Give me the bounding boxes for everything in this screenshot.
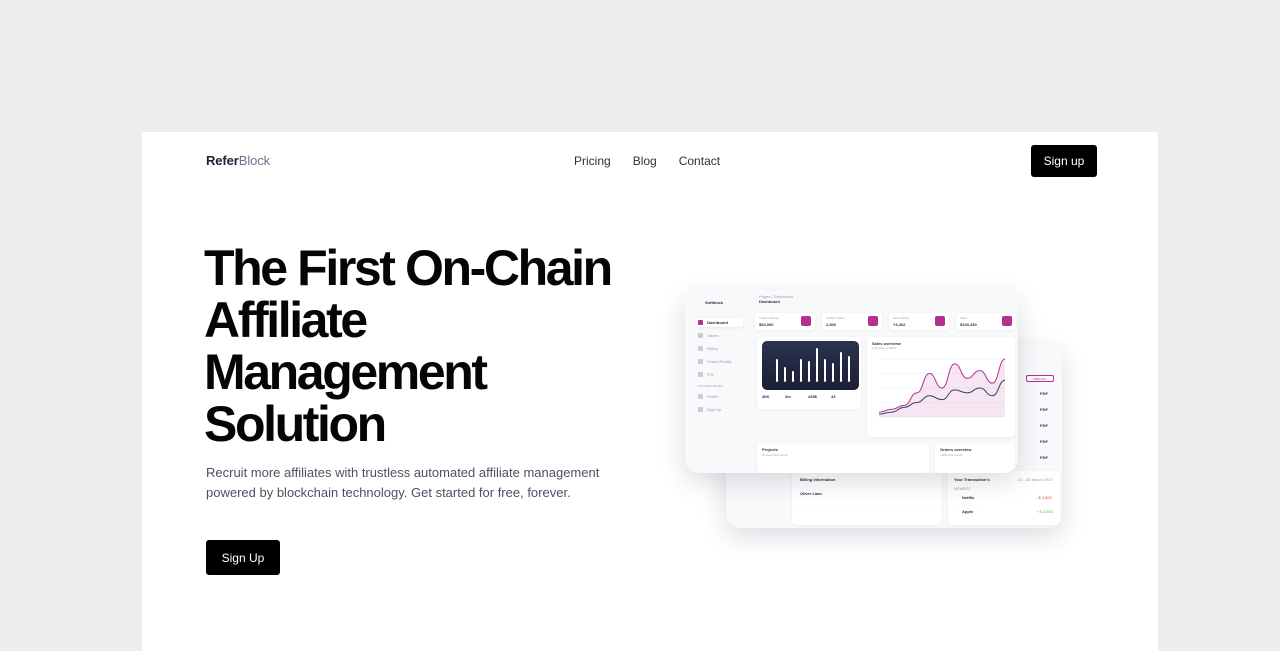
mock-bar <box>784 367 786 382</box>
brand-logo[interactable]: ReferBlock <box>206 153 270 168</box>
mock-sidebar-item: Virtual Reality <box>695 357 743 366</box>
mock-bar-stat: 43 <box>831 394 836 399</box>
mock-stat-card: Today's Users 2,300 <box>822 313 882 330</box>
mock-invoice-pdf: PDF <box>1040 439 1048 444</box>
mock-stat-icon <box>801 316 811 326</box>
mock-page-title: Dashboard <box>759 299 780 304</box>
mock-sidebar-item: Tables <box>695 331 743 340</box>
mock-stat-card: Sales $103,430 <box>956 313 1016 330</box>
mock-invoice-pdf: PDF <box>1040 407 1048 412</box>
mock-transactions-panel: Your Transaction's 23 - 30 March 2020 NE… <box>948 471 1060 525</box>
mockup-front-card: Softblock Pages / Dashboard Dashboard Da… <box>685 290 1018 473</box>
mock-stat-icon <box>935 316 945 326</box>
mock-transactions-newest: NEWEST <box>954 486 972 491</box>
mock-stat-card: Today's Money $53,000 <box>755 313 815 330</box>
mock-transactions-title: Your Transaction's <box>954 477 990 482</box>
mock-sidebar-item: RTL <box>695 370 743 379</box>
mock-sidebar-item: Dashboard <box>695 318 743 327</box>
mock-bar-stat: 36K <box>762 394 770 399</box>
mock-bar <box>840 352 842 382</box>
mock-sidebar-section: ACCOUNT PAGES <box>697 384 723 388</box>
mock-bar <box>824 359 826 382</box>
nav-link-contact[interactable]: Contact <box>679 154 720 168</box>
mock-view-all-button: VIEW ALL <box>1026 375 1054 382</box>
mock-bar-chart <box>762 341 859 390</box>
mock-tx-amount: + $ 2,000 <box>1036 509 1053 514</box>
mock-invoice-pdf: PDF <box>1040 423 1048 428</box>
nav-link-pricing[interactable]: Pricing <box>574 154 611 168</box>
mock-stat-card: New Clients +3,462 <box>889 313 949 330</box>
mock-sidebar-item: Profile <box>695 392 743 401</box>
mock-invoice-pdf: PDF <box>1040 391 1048 396</box>
brand-logo-part1: Refer <box>206 153 239 168</box>
mock-line-chart <box>878 358 1006 418</box>
nav-link-blog[interactable]: Blog <box>633 154 657 168</box>
mock-bar <box>792 371 794 382</box>
mock-bar <box>832 363 834 382</box>
mock-bar <box>848 356 850 382</box>
mock-tx-name: Apple <box>962 509 974 514</box>
mock-tx-name: Netflix <box>962 495 975 500</box>
mock-projects-panel: Projects 30 done this month <box>757 443 929 473</box>
mock-sidebar-title: Softblock <box>705 300 724 305</box>
top-nav: Pricing Blog Contact <box>574 154 720 168</box>
mock-sidebar-item: Sign Up <box>695 405 743 414</box>
mock-sidebar-item: Billing <box>695 344 743 353</box>
mock-bar <box>800 359 802 382</box>
hero-subtitle: Recruit more affiliates with trustless a… <box>206 465 600 500</box>
mock-bar <box>808 361 810 382</box>
mock-billing-title: Billing Information <box>800 477 836 482</box>
mock-bar-stat: 435$ <box>808 394 817 399</box>
mock-bar-stat: 2m <box>785 394 791 399</box>
mock-stat-icon <box>868 316 878 326</box>
brand-logo-part2: Block <box>238 153 271 168</box>
hero-signup-button[interactable]: Sign Up <box>206 540 280 575</box>
mock-stat-icon <box>1002 316 1012 326</box>
mock-bar <box>816 348 818 382</box>
dashboard-mockup: Billing Information Oliver Liam Your Tra… <box>682 287 1072 532</box>
mock-transactions-date: 23 - 30 March 2020 <box>1018 477 1053 482</box>
hero-title: The First On-Chain Affiliate Management … <box>204 240 613 452</box>
mock-billing-panel: Billing Information Oliver Liam <box>792 471 942 525</box>
mock-tx-amount: - $ 2,500 <box>1036 495 1052 500</box>
mock-bar <box>776 359 778 382</box>
landing-page: ReferBlock Pricing Blog Contact Sign up … <box>142 132 1158 651</box>
mock-orders-panel: Orders overview +30% this month <box>935 443 1015 473</box>
mock-view-all-label: VIEW ALL <box>1033 377 1047 381</box>
nav-signup-button[interactable]: Sign up <box>1031 145 1097 177</box>
mock-invoice-pdf: PDF <box>1040 455 1048 460</box>
mock-sales-panel: Sales overview (+5) more in 2021 <box>867 337 1015 437</box>
mock-billing-name: Oliver Liam <box>800 491 822 496</box>
